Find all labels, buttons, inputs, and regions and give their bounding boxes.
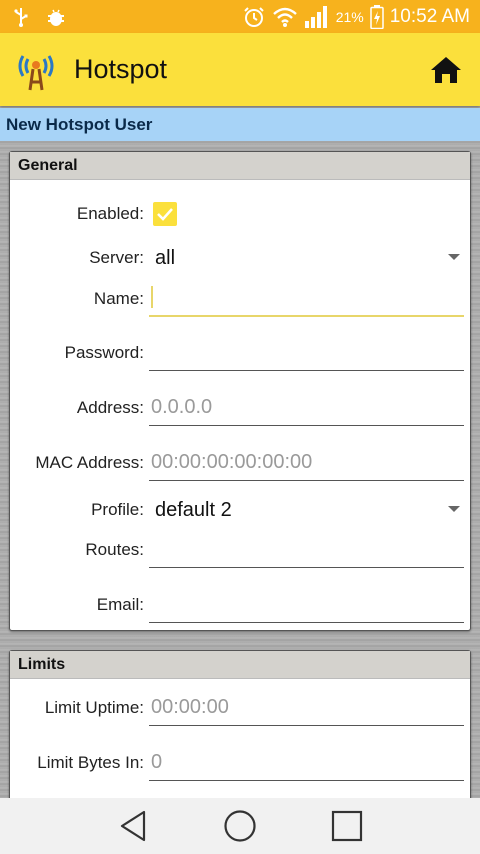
enabled-checkbox[interactable] [153,202,177,226]
limit-bytes-in-placeholder: 0 [151,751,163,773]
mac-address-row: MAC Address: 00:00:00:00:00:00 [10,433,470,481]
battery-charging-icon [369,4,384,29]
limit-uptime-row: Limit Uptime: 00:00:00 [10,678,470,726]
password-label: Password: [64,343,144,362]
limit-bytes-in-input[interactable]: 0 [149,741,464,781]
status-left [14,7,66,27]
name-label: Name: [93,289,144,308]
alarm-icon [242,5,266,29]
limits-panel-title: Limits [10,651,470,679]
signal-icon [304,5,330,29]
email-label: Email: [96,595,144,614]
battery-percent: 21% [335,8,364,25]
mac-address-input[interactable]: 00:00:00:00:00:00 [149,441,464,481]
enabled-row: Enabled: [10,184,470,232]
mac-address-placeholder: 00:00:00:00:00:00 [151,451,313,473]
recents-icon[interactable] [325,804,369,848]
limit-bytes-in-row: Limit Bytes In: 0 [10,733,470,781]
home-icon[interactable] [426,50,466,90]
profile-label: Profile: [91,500,144,519]
address-row: Address: 0.0.0.0 [10,378,470,426]
general-panel-title: General [10,152,470,180]
name-row: Name: [10,269,470,317]
checkmark-icon [157,208,173,221]
dropdown-arrow-icon [448,254,460,260]
general-panel: General Enabled: Server: all Name: Passw… [9,151,471,631]
limits-panel: Limits Limit Uptime: 00:00:00 Limit Byte… [9,650,471,810]
status-bar: 21% 10:52 AM [0,0,480,33]
address-label: Address: [76,398,144,417]
text-cursor [151,286,153,308]
app-bar: Hotspot [0,33,480,106]
page-subtitle: New Hotspot User [0,108,480,141]
password-row: Password: [10,323,470,371]
limit-uptime-input[interactable]: 00:00:00 [149,686,464,726]
home-circle-icon[interactable] [218,804,262,848]
clock: 10:52 AM [389,5,470,27]
email-row: Email: [10,575,470,623]
android-debug-icon [46,7,66,27]
email-input[interactable] [149,583,464,623]
routes-row: Routes: [10,520,470,568]
address-placeholder: 0.0.0.0 [151,396,213,418]
usb-icon [14,7,28,27]
address-input[interactable]: 0.0.0.0 [149,386,464,426]
limit-uptime-placeholder: 00:00:00 [151,696,229,718]
server-value: all [155,247,176,269]
antenna-logo-icon [14,48,58,92]
routes-input[interactable] [149,528,464,568]
limit-uptime-label: Limit Uptime: [44,698,144,717]
limit-bytes-in-label: Limit Bytes In: [37,753,144,772]
mac-address-label: MAC Address: [35,453,144,472]
navigation-bar [0,798,480,854]
wifi-icon [272,6,298,28]
enabled-label: Enabled: [76,204,144,223]
profile-value: default 2 [155,499,232,521]
server-label: Server: [89,248,144,267]
name-input[interactable] [149,277,464,317]
back-icon[interactable] [111,804,155,848]
dropdown-arrow-icon [448,506,460,512]
status-right: 21% 10:52 AM [242,4,470,29]
app-title: Hotspot [74,54,168,84]
routes-label: Routes: [85,540,144,559]
password-input[interactable] [149,331,464,371]
